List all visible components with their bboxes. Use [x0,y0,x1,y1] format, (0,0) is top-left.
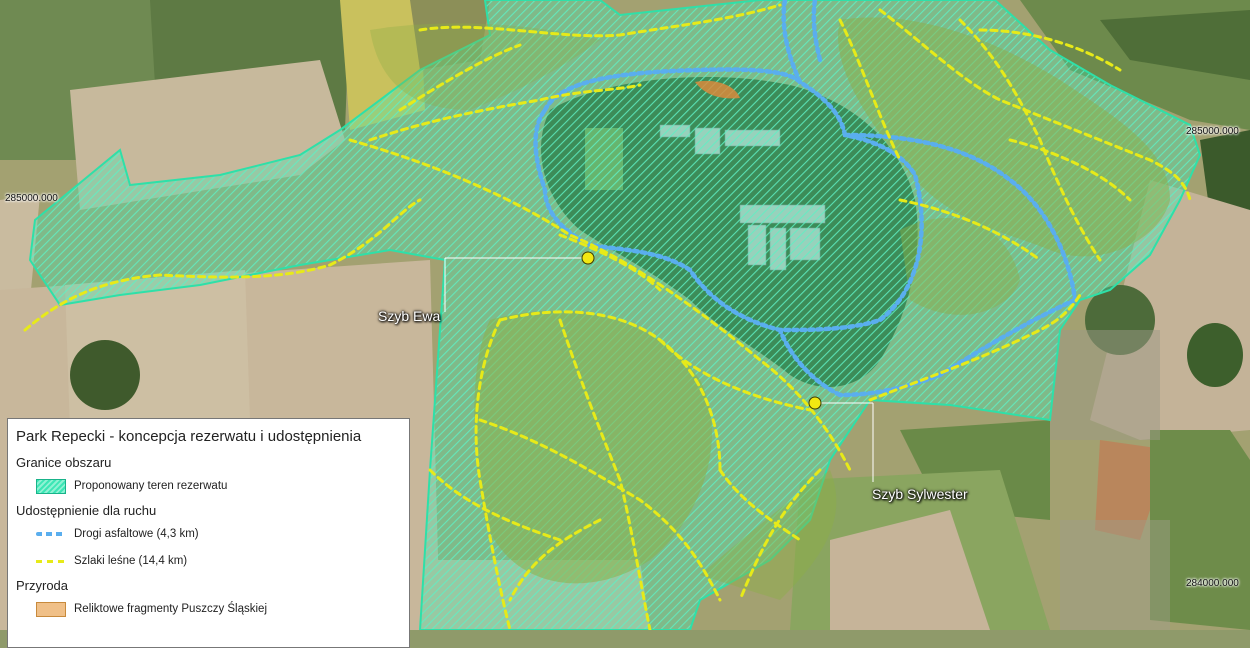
trail-line-swatch [36,559,66,563]
reserve-hatch-swatch [36,478,66,494]
legend-group-boundaries: Granice obszaru [16,455,112,470]
shaft-ewa-marker[interactable] [581,251,595,265]
shaft-sylwester-marker[interactable] [808,396,822,410]
shaft-sylwester-label: Szyb Sylwester [872,486,968,502]
legend-item-trails-label: Szlaki leśne (14,4 km) [74,555,188,567]
legend-item-roads: Drogi asfaltowe (4,3 km) [36,524,401,544]
legend-title: Park Repecki - koncepcja rezerwatu i udo… [16,428,362,445]
road-line-swatch [36,532,66,536]
legend-item-reserve: Proponowany teren rezerwatu [36,476,401,496]
grid-label-left-285000: 285000.000 [5,193,58,204]
legend-group-nature: Przyroda [16,578,69,593]
grid-label-right-285000: 285000.000 [1186,126,1239,137]
legend-item-roads-label: Drogi asfaltowe (4,3 km) [74,528,199,540]
legend-item-relict-label: Reliktowe fragmenty Puszczy Śląskiej [74,603,268,615]
map-legend: Park Repecki - koncepcja rezerwatu i udo… [7,418,410,648]
legend-item-trails: Szlaki leśne (14,4 km) [36,551,401,571]
relict-fill-swatch [36,601,66,617]
shaft-ewa-label: Szyb Ewa [378,308,441,324]
legend-item-reserve-label: Proponowany teren rezerwatu [74,480,228,492]
legend-group-access: Udostępnienie dla ruchu [16,503,157,518]
grid-label-right-284000: 284000.000 [1186,578,1239,589]
legend-item-relict: Reliktowe fragmenty Puszczy Śląskiej [36,599,401,619]
